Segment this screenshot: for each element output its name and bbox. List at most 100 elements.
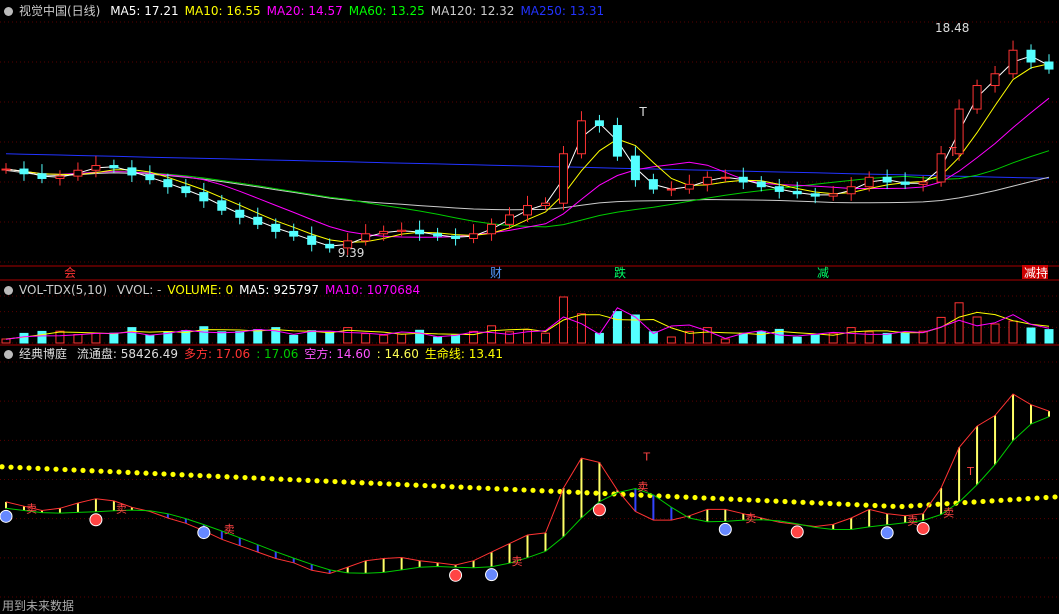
life-line-dot xyxy=(35,465,41,471)
candle-body xyxy=(720,176,730,179)
volume-bar xyxy=(1026,327,1036,344)
circle-icon[interactable] xyxy=(4,286,13,295)
life-line-dot xyxy=(908,503,914,509)
candle-body xyxy=(163,179,173,188)
volume-bar xyxy=(217,331,227,344)
volume-bar xyxy=(1044,329,1054,344)
ma-item: MA60: 13.25 xyxy=(348,4,425,18)
volume-bar xyxy=(55,330,65,344)
candle-body xyxy=(846,186,856,195)
life-line-dot xyxy=(962,499,968,506)
candle-body xyxy=(594,120,604,127)
indicator-legend: 经典博庭 流通盘: 58426.49 多方: 17.06: 17.06 空方: 14… xyxy=(4,346,515,362)
candle-body xyxy=(558,153,568,204)
ma-item: MA10: 16.55 xyxy=(184,4,261,18)
candle-body xyxy=(630,155,640,181)
life-line-dot xyxy=(530,487,536,493)
candle-body xyxy=(469,233,479,239)
life-line-dot xyxy=(215,473,221,479)
life-line-dot xyxy=(179,472,185,478)
volume-bar xyxy=(936,316,946,344)
life-line-dot xyxy=(269,476,275,482)
candle-body xyxy=(576,120,586,155)
life-line-dot xyxy=(395,481,401,487)
ma-item: MA250: 13.31 xyxy=(520,4,605,18)
life-line-dot xyxy=(314,478,320,484)
candle-body xyxy=(505,214,515,225)
signal-label: 卖 xyxy=(637,480,648,493)
candle-body xyxy=(990,73,1000,87)
signal-ball-icon xyxy=(880,526,894,540)
life-line-dot xyxy=(278,476,284,482)
signal-label: 卖 xyxy=(512,555,523,568)
candle-body xyxy=(397,229,407,232)
life-line-dot xyxy=(368,480,374,486)
life-line-dot xyxy=(170,471,176,477)
candle-body xyxy=(774,186,784,192)
life-line-dot xyxy=(359,480,365,486)
volume-bar xyxy=(415,329,425,344)
candle-body xyxy=(612,125,622,157)
candle-body xyxy=(379,230,389,235)
life-line-dot xyxy=(575,489,581,495)
ma-item: MA120: 12.32 xyxy=(430,4,515,18)
life-line-dot xyxy=(593,490,599,496)
life-line-dot xyxy=(782,498,788,505)
life-line-dot xyxy=(224,474,230,480)
volume-bar xyxy=(792,336,802,344)
candle-body xyxy=(433,233,443,237)
candle-body xyxy=(451,235,461,239)
life-line-dot xyxy=(836,501,842,507)
candle-body xyxy=(828,193,838,197)
candle-body xyxy=(1026,49,1036,63)
life-line-dot xyxy=(332,478,338,485)
candle-body xyxy=(325,243,335,249)
event-tag: 减 xyxy=(817,266,829,280)
candle-body xyxy=(1008,49,1018,75)
life-line-dot xyxy=(710,495,716,501)
life-line-dot xyxy=(800,499,806,505)
volume-item: MA10: 1070684 xyxy=(325,283,421,297)
life-line-dot xyxy=(971,499,977,505)
footer-note: 用到未来数据 xyxy=(2,599,75,613)
signal-label: 卖 xyxy=(26,502,37,515)
candle-body xyxy=(55,175,65,179)
circle-icon[interactable] xyxy=(4,7,13,16)
price-title: 视觉中国(日线) xyxy=(19,4,101,18)
life-line-dot xyxy=(1043,494,1049,501)
marker-t: T xyxy=(948,145,957,159)
volume-bar xyxy=(666,336,676,344)
circle-icon[interactable] xyxy=(4,350,13,359)
life-line-dot xyxy=(1052,494,1058,500)
candle-body xyxy=(648,179,658,190)
volume-bar xyxy=(37,330,47,344)
volume-bar xyxy=(145,334,155,344)
candle-body xyxy=(756,181,766,188)
life-line-dot xyxy=(764,498,770,504)
life-line-dot xyxy=(602,490,608,497)
candle-body xyxy=(145,174,155,181)
indicator-item: : 14.60 xyxy=(376,347,419,361)
signal-label: 卖 xyxy=(116,503,127,516)
volume-bar xyxy=(325,331,335,344)
ma-item: MA20: 14.57 xyxy=(266,4,343,18)
life-line-dot xyxy=(818,500,824,506)
candle-body xyxy=(181,186,191,194)
candle-body xyxy=(684,183,694,190)
volume-bar xyxy=(954,302,964,344)
candle-body xyxy=(109,165,119,169)
volume-bar xyxy=(972,316,982,344)
signal-label: 卖 xyxy=(745,512,756,525)
ma-legend-items: MA5: 17.21 MA10: 16.55 MA20: 14.57 MA60: 13… xyxy=(110,4,610,18)
life-line-dot xyxy=(422,482,428,489)
candle-body xyxy=(702,176,712,185)
life-line-dot xyxy=(1034,495,1040,501)
volume-item: VVOL: - xyxy=(116,283,162,297)
life-line-dot xyxy=(305,477,311,483)
life-line-dot xyxy=(197,472,203,479)
life-line-dot xyxy=(809,500,815,506)
candle-body xyxy=(289,230,299,237)
life-line-dot xyxy=(323,478,329,484)
indicator-legend-items: 流通盘: 58426.49 多方: 17.06: 17.06 空方: 14.60: … xyxy=(77,347,509,361)
volume-bar xyxy=(738,332,748,344)
